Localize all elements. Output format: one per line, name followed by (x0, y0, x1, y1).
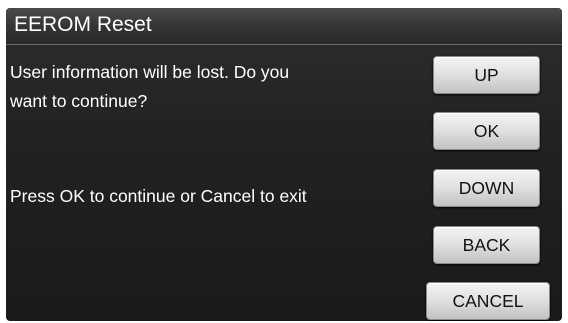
instruction-text: Press OK to continue or Cancel to exit (10, 186, 307, 206)
up-button[interactable]: UP (433, 56, 540, 94)
warning-line-2: want to continue? (10, 91, 148, 111)
control-panel-screen: EEROM Reset User information will be los… (6, 8, 562, 321)
down-button[interactable]: DOWN (433, 169, 540, 207)
warning-line-1: User information will be lost. Do you (10, 62, 290, 82)
screen-title: EEROM Reset (14, 13, 152, 36)
cancel-button[interactable]: CANCEL (426, 282, 550, 320)
back-button[interactable]: BACK (433, 226, 540, 264)
warning-message: User information will be lost. Do you wa… (10, 58, 289, 116)
title-bar: EEROM Reset (6, 8, 562, 45)
ok-button[interactable]: OK (433, 112, 540, 150)
